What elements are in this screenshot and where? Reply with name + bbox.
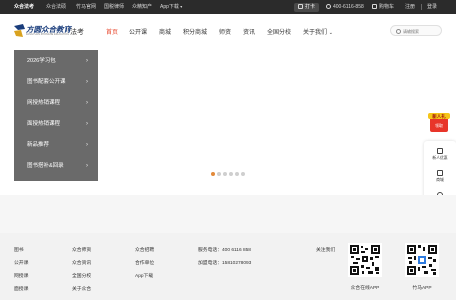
login-link[interactable]: 登录 xyxy=(427,0,437,14)
search-input[interactable] xyxy=(403,27,441,35)
float-item-new-user[interactable]: 新人优惠 xyxy=(424,143,456,165)
nav-mall[interactable]: 商城 xyxy=(159,27,171,36)
footer: 图书 公开课 网授课 面授课 众合师资 众合资讯 全国分校 关于众合 众合招聘 … xyxy=(0,233,456,300)
side-menu-item[interactable]: 图书搭补&回录 › xyxy=(14,156,98,177)
nav-teachers[interactable]: 师资 xyxy=(219,27,231,36)
carousel-dot[interactable] xyxy=(235,172,239,176)
topbar-link-ip[interactable]: 众精知产 xyxy=(132,0,152,14)
side-menu-item[interactable]: 图书配套公开课 › xyxy=(14,72,98,93)
footer-link[interactable]: 公开课 xyxy=(14,259,28,266)
join-phone: 加盟电话：15810278093 xyxy=(198,261,252,266)
qr-caption-zhonghe: 众合在线APP xyxy=(350,286,380,291)
new-user-gift[interactable]: 新人礼 领取 xyxy=(428,110,450,134)
carousel-dot[interactable] xyxy=(241,172,245,176)
side-menu-label: 面授热销课程 xyxy=(27,121,61,127)
top-bar: 众合法考 众合法硕 竹马官网 国税律师 众精知产 App下载 ▾ 打卡 400-… xyxy=(0,0,456,14)
brand-subtitle: FANGYUAN ZHONGHE EDUCATION xyxy=(26,33,69,36)
topbar-link-zhuma[interactable]: 竹马官网 xyxy=(76,0,96,14)
calendar-icon xyxy=(297,3,303,9)
nav-points-mall[interactable]: 积分商城 xyxy=(183,27,207,36)
footer-link[interactable]: 众合资讯 xyxy=(72,259,91,266)
gift-cta: 领取 xyxy=(435,123,443,128)
carousel-dot[interactable] xyxy=(211,172,215,176)
chevron-right-icon: › xyxy=(86,58,88,64)
side-menu-label: 新品推荐 xyxy=(27,142,50,148)
qr-code-zhonghe xyxy=(348,243,382,277)
side-menu-item[interactable]: 网授热销课程 › xyxy=(14,93,98,114)
chevron-right-icon: › xyxy=(86,100,88,106)
content-band xyxy=(0,195,456,233)
topbar-link-fakao[interactable]: 众合法考 xyxy=(14,0,34,14)
float-item-mall[interactable]: 商城 xyxy=(424,165,456,187)
nav-open-course[interactable]: 公开课 xyxy=(129,27,147,36)
logo[interactable]: 方圆众合教育 FANGYUAN ZHONGHE EDUCATION xyxy=(14,23,71,39)
qr-code-zhuma xyxy=(405,243,439,277)
carousel-dot[interactable] xyxy=(217,172,221,176)
category-label: 法考 xyxy=(70,29,84,36)
phone-text: 400-6116-858 xyxy=(333,4,364,10)
nav-branches[interactable]: 全国分校 xyxy=(267,27,291,36)
chevron-right-icon: › xyxy=(86,79,88,85)
footer-link[interactable]: 众合师资 xyxy=(72,246,91,253)
carousel-dot[interactable] xyxy=(229,172,233,176)
topbar-link-app[interactable]: App下载 ▾ xyxy=(160,0,182,14)
qr-caption-zhuma: 竹马APP xyxy=(412,286,432,291)
service-phone: 服务电话：400 6116 858 xyxy=(198,248,251,253)
nav-about-label: 关于我们 xyxy=(303,30,328,36)
chevron-down-icon: ▾ xyxy=(180,4,183,9)
side-menu: 2026学习包 › 图书配套公开课 › 网授热销课程 › 面授热销课程 › 新品推荐 › … xyxy=(14,50,98,181)
topbar-link-fashuo[interactable]: 众合法硕 xyxy=(46,0,66,14)
register-link[interactable]: 注册 xyxy=(405,0,415,14)
footer-link[interactable]: 图书 xyxy=(14,246,24,253)
page: 众合法考 众合法硕 竹马官网 国税律师 众精知产 App下载 ▾ 打卡 400-… xyxy=(0,0,456,300)
side-menu-label: 图书配套公开课 xyxy=(27,79,66,85)
side-menu-item[interactable]: 面授热销课程 › xyxy=(14,114,98,135)
chevron-right-icon: › xyxy=(86,142,88,148)
footer-link[interactable]: 网授课 xyxy=(14,272,28,279)
side-menu-label: 2026学习包 xyxy=(27,58,56,64)
nav-about[interactable]: 关于我们 ⌄ xyxy=(303,27,333,36)
side-menu-label: 图书搭补&回录 xyxy=(27,163,64,169)
divider xyxy=(67,27,68,35)
footer-link[interactable]: 合作单位 xyxy=(135,259,154,266)
footer-link[interactable]: 众合招聘 xyxy=(135,246,154,253)
footer-link[interactable]: 面授课 xyxy=(14,285,28,292)
chevron-right-icon: › xyxy=(86,163,88,169)
topbar-link-tax[interactable]: 国税律师 xyxy=(104,0,124,14)
gift-label: 新人礼 xyxy=(432,114,446,119)
topbar-app-label: App下载 xyxy=(160,4,179,10)
float-item-label: 新人优惠 xyxy=(432,156,448,160)
divider xyxy=(421,4,422,10)
follow-label: 关注我们 xyxy=(316,248,336,253)
search-box[interactable] xyxy=(390,25,442,36)
float-item-label: 商城 xyxy=(436,178,444,182)
nav-news[interactable]: 资讯 xyxy=(243,27,255,36)
cart-label: 购物车 xyxy=(379,4,395,10)
cart-icon xyxy=(372,3,377,9)
carousel-dot[interactable] xyxy=(223,172,227,176)
gift-icon xyxy=(437,148,443,154)
cart-link[interactable]: 购物车 xyxy=(372,0,394,14)
nav-home[interactable]: 首页 xyxy=(106,27,118,36)
side-menu-item[interactable]: 2026学习包 › xyxy=(14,51,98,72)
footer-link[interactable]: 全国分校 xyxy=(72,272,91,279)
chevron-right-icon: › xyxy=(86,121,88,127)
side-menu-item[interactable]: 新品推荐 › xyxy=(14,135,98,156)
footer-link[interactable]: App下载 xyxy=(135,272,153,279)
side-menu-label: 网授热销课程 xyxy=(27,100,61,106)
logo-mark-icon xyxy=(14,24,25,37)
search-icon xyxy=(396,28,401,34)
shop-icon xyxy=(437,170,443,176)
punch-label: 打卡 xyxy=(304,4,315,10)
chevron-down-icon: ⌄ xyxy=(328,30,333,36)
phone-icon xyxy=(326,3,331,9)
phone-number: 400-6116-858 xyxy=(326,0,364,14)
footer-link[interactable]: 关于众合 xyxy=(72,285,91,292)
punch-button[interactable]: 打卡 xyxy=(294,3,319,12)
